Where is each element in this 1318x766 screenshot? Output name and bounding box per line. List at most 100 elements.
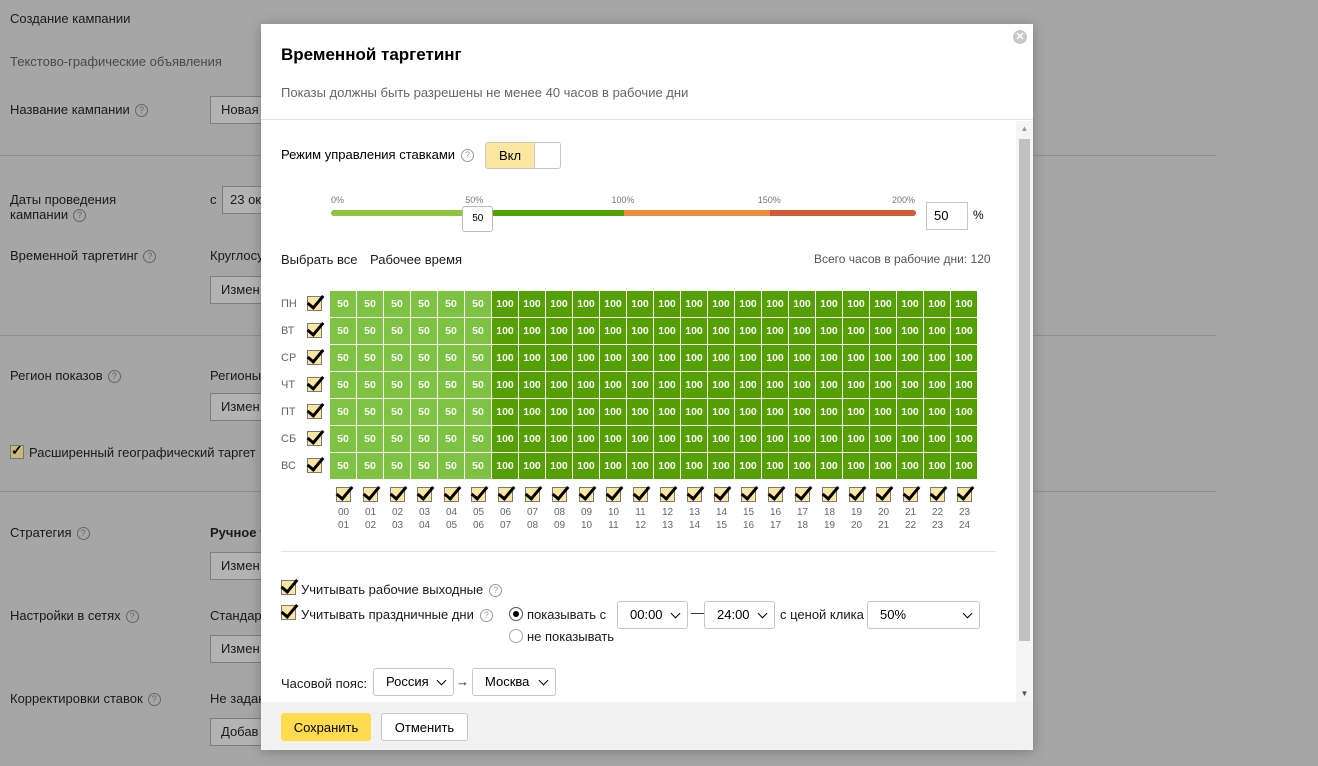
hour-checkbox[interactable]	[552, 487, 567, 502]
schedule-cell[interactable]: 100	[627, 291, 653, 317]
schedule-cell[interactable]: 100	[951, 426, 977, 452]
schedule-cell[interactable]: 50	[357, 372, 383, 398]
hour-checkbox[interactable]	[876, 487, 891, 502]
schedule-cell[interactable]: 100	[600, 399, 626, 425]
coefficient-input[interactable]: 50	[926, 202, 968, 230]
schedule-cell[interactable]: 50	[438, 453, 464, 479]
schedule-cell[interactable]: 100	[627, 318, 653, 344]
help-icon[interactable]: ?	[134, 104, 148, 117]
hour-checkbox[interactable]	[606, 487, 621, 502]
schedule-cell[interactable]: 100	[681, 318, 707, 344]
schedule-cell[interactable]: 100	[870, 399, 896, 425]
schedule-cell[interactable]: 50	[357, 399, 383, 425]
consider-holidays-checkbox[interactable]	[281, 605, 296, 620]
schedule-cell[interactable]: 100	[708, 453, 734, 479]
schedule-cell[interactable]: 100	[600, 372, 626, 398]
schedule-cell[interactable]: 100	[681, 399, 707, 425]
hour-checkbox[interactable]	[822, 487, 837, 502]
hour-checkbox[interactable]	[633, 487, 648, 502]
schedule-cell[interactable]: 50	[384, 453, 410, 479]
city-select[interactable]: Москва	[472, 668, 556, 696]
schedule-cell[interactable]: 50	[465, 291, 491, 317]
schedule-cell[interactable]: 100	[897, 345, 923, 371]
schedule-cell[interactable]: 100	[546, 318, 572, 344]
schedule-cell[interactable]: 50	[357, 345, 383, 371]
schedule-cell[interactable]: 100	[627, 372, 653, 398]
schedule-cell[interactable]: 100	[492, 426, 518, 452]
schedule-cell[interactable]: 100	[735, 291, 761, 317]
schedule-cell[interactable]: 100	[654, 426, 680, 452]
slider-handle[interactable]: 50	[462, 206, 494, 232]
slider-segment[interactable]	[623, 210, 770, 216]
help-icon[interactable]: ?	[143, 250, 157, 263]
schedule-cell[interactable]: 100	[627, 426, 653, 452]
scroll-up-icon[interactable]: ▲	[1016, 121, 1033, 137]
schedule-cell[interactable]: 100	[708, 345, 734, 371]
schedule-cell[interactable]: 100	[735, 399, 761, 425]
schedule-cell[interactable]: 100	[519, 345, 545, 371]
schedule-cell[interactable]: 100	[762, 291, 788, 317]
hour-checkbox[interactable]	[795, 487, 810, 502]
schedule-cell[interactable]: 100	[951, 345, 977, 371]
schedule-cell[interactable]: 100	[708, 318, 734, 344]
schedule-cell[interactable]: 50	[411, 426, 437, 452]
bid-mode-toggle[interactable]: Вкл	[485, 142, 561, 169]
schedule-cell[interactable]: 100	[816, 426, 842, 452]
schedule-cell[interactable]: 100	[870, 345, 896, 371]
time-to-select[interactable]: 24:00	[704, 601, 775, 629]
help-icon[interactable]: ?	[125, 610, 139, 623]
schedule-cell[interactable]: 100	[654, 372, 680, 398]
schedule-cell[interactable]: 50	[384, 372, 410, 398]
schedule-cell[interactable]: 100	[573, 453, 599, 479]
schedule-cell[interactable]: 100	[897, 399, 923, 425]
schedule-cell[interactable]: 100	[519, 372, 545, 398]
schedule-cell[interactable]: 50	[384, 318, 410, 344]
schedule-cell[interactable]: 50	[357, 453, 383, 479]
select-all-link[interactable]: Выбрать все	[281, 252, 357, 267]
schedule-cell[interactable]: 50	[411, 345, 437, 371]
schedule-cell[interactable]: 50	[330, 453, 356, 479]
schedule-cell[interactable]: 50	[438, 345, 464, 371]
schedule-cell[interactable]: 100	[573, 372, 599, 398]
schedule-cell[interactable]: 50	[384, 291, 410, 317]
schedule-cell[interactable]: 100	[897, 453, 923, 479]
schedule-cell[interactable]: 100	[762, 399, 788, 425]
help-icon[interactable]: ?	[479, 609, 493, 622]
hour-checkbox[interactable]	[903, 487, 918, 502]
help-icon[interactable]: ?	[76, 527, 90, 540]
schedule-cell[interactable]: 100	[816, 318, 842, 344]
schedule-cell[interactable]: 50	[465, 426, 491, 452]
schedule-cell[interactable]: 50	[330, 399, 356, 425]
schedule-cell[interactable]: 100	[924, 318, 950, 344]
schedule-cell[interactable]: 100	[681, 345, 707, 371]
day-checkbox[interactable]	[307, 404, 322, 419]
schedule-cell[interactable]: 50	[465, 399, 491, 425]
hour-checkbox[interactable]	[687, 487, 702, 502]
day-checkbox[interactable]	[307, 377, 322, 392]
work-time-link[interactable]: Рабочее время	[370, 252, 462, 267]
schedule-cell[interactable]: 50	[438, 291, 464, 317]
time-from-select[interactable]: 00:00	[617, 601, 688, 629]
schedule-cell[interactable]: 100	[924, 399, 950, 425]
save-button[interactable]: Сохранить	[281, 713, 371, 741]
schedule-cell[interactable]: 100	[519, 291, 545, 317]
schedule-cell[interactable]: 50	[438, 318, 464, 344]
help-icon[interactable]: ?	[107, 370, 121, 383]
schedule-cell[interactable]: 50	[465, 345, 491, 371]
schedule-cell[interactable]: 100	[654, 399, 680, 425]
schedule-cell[interactable]: 100	[546, 291, 572, 317]
schedule-cell[interactable]: 100	[546, 372, 572, 398]
schedule-cell[interactable]: 100	[870, 453, 896, 479]
schedule-cell[interactable]: 100	[600, 426, 626, 452]
schedule-cell[interactable]: 100	[708, 426, 734, 452]
schedule-cell[interactable]: 100	[843, 399, 869, 425]
schedule-cell[interactable]: 50	[411, 399, 437, 425]
schedule-cell[interactable]: 50	[330, 318, 356, 344]
schedule-cell[interactable]: 100	[789, 291, 815, 317]
schedule-cell[interactable]: 100	[789, 399, 815, 425]
schedule-cell[interactable]: 50	[411, 372, 437, 398]
schedule-cell[interactable]: 100	[573, 426, 599, 452]
schedule-cell[interactable]: 100	[546, 426, 572, 452]
schedule-cell[interactable]: 50	[438, 426, 464, 452]
hour-checkbox[interactable]	[390, 487, 405, 502]
